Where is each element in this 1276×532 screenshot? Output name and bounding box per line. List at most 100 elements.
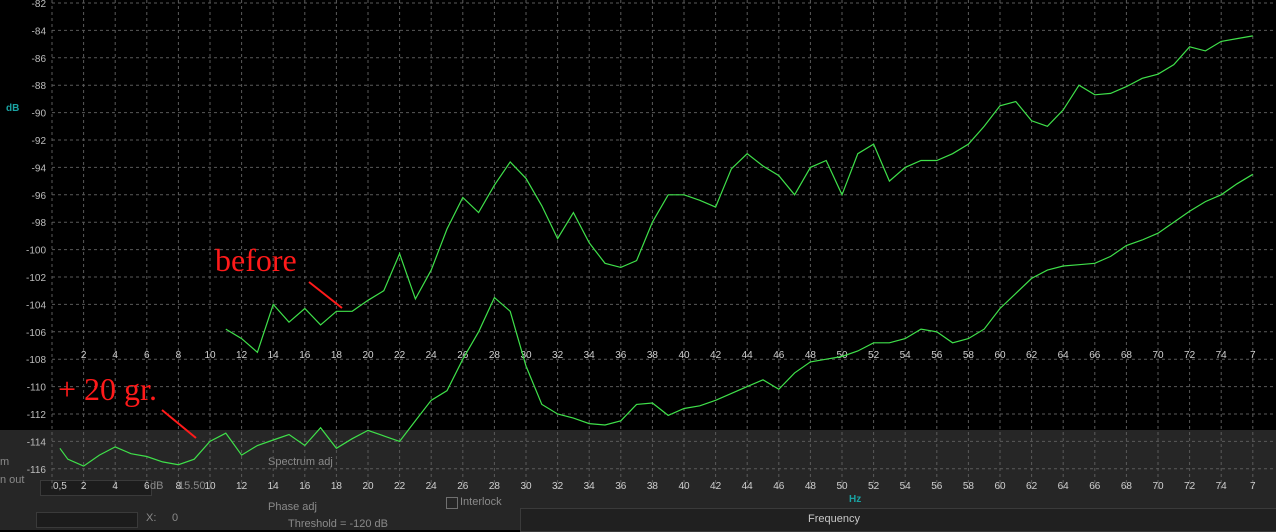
y-tick-label: -106 — [26, 328, 46, 339]
x-tick-label-mid: 68 — [1121, 350, 1133, 361]
x-tick-label-bottom: 72 — [1184, 481, 1196, 492]
x-tick-label-mid: 48 — [805, 350, 817, 361]
x-tick-label-bottom: 52 — [868, 481, 880, 492]
x-tick-label-bottom: 34 — [584, 481, 596, 492]
x-tick-label-bottom: 56 — [931, 481, 943, 492]
x-tick-label-bottom: 38 — [647, 481, 659, 492]
x-tick-label-mid: 10 — [204, 350, 216, 361]
y-tick-label: -90 — [32, 109, 47, 120]
x-tick-label-bottom: 26 — [457, 481, 469, 492]
x-tick-label-bottom: 40 — [678, 481, 690, 492]
x-tick-label-mid: 36 — [615, 350, 627, 361]
x-tick-label-mid: 14 — [268, 350, 280, 361]
x-tick-label-bottom: 36 — [615, 481, 627, 492]
x-tick-label-mid: 16 — [299, 350, 311, 361]
x-tick-label-bottom: 44 — [742, 481, 754, 492]
x-tick-label-bottom: 68 — [1121, 481, 1133, 492]
x-tick-label-mid: 72 — [1184, 350, 1196, 361]
annotation-plus20: + 20 gr. — [58, 371, 157, 407]
x-tick-label-bottom: 70 — [1152, 481, 1164, 492]
x-tick-label-bottom: 2 — [81, 481, 87, 492]
x-tick-label-mid: 44 — [742, 350, 754, 361]
x-tick-label-bottom: 22 — [394, 481, 406, 492]
x-tick-label-mid: 60 — [994, 350, 1006, 361]
y-tick-label: -112 — [27, 410, 47, 421]
x-tick-label-mid: 34 — [584, 350, 596, 361]
y-tick-label: -102 — [26, 273, 46, 284]
x-tick-label-mid: 7 — [1250, 350, 1256, 361]
annotation-before: before — [215, 242, 297, 278]
y-tick-label: -86 — [32, 54, 47, 65]
y-tick-label: -104 — [26, 300, 46, 311]
x-tick-label-bottom: 10 — [204, 481, 216, 492]
y-tick-label: -82 — [32, 0, 47, 10]
y-tick-label: -94 — [32, 163, 47, 174]
x-tick-label-bottom: 7 — [1250, 481, 1256, 492]
x-tick-label-bottom: 62 — [1026, 481, 1038, 492]
x-tick-label-mid: 74 — [1216, 350, 1228, 361]
x-tick-label-mid: 42 — [710, 350, 722, 361]
y-axis-ticks: -82 -84 -86 -88 -90 -92 -94 -96 -98 -100 -102 -104 -… — [26, 0, 46, 476]
y-tick-label: -114 — [27, 437, 47, 448]
y-axis-label: dB — [6, 103, 19, 114]
x-tick-label-bottom: 64 — [1058, 481, 1070, 492]
y-tick-label: -110 — [27, 383, 47, 394]
x-tick-label-mid: 18 — [331, 350, 343, 361]
x-tick-label-bottom: 42 — [710, 481, 722, 492]
x-tick-label-bottom: 74 — [1216, 481, 1228, 492]
x-tick-label-mid: 24 — [426, 350, 438, 361]
x-tick-label-bottom: 32 — [552, 481, 564, 492]
x-tick-label-bottom: 58 — [963, 481, 975, 492]
x-tick-label-mid: 38 — [647, 350, 659, 361]
y-tick-label: -108 — [26, 355, 46, 366]
x-tick-label-bottom: 14 — [268, 481, 280, 492]
x-tick-label-mid: 46 — [773, 350, 785, 361]
series-line-1 — [59, 173, 1254, 467]
y-tick-label: -96 — [32, 191, 47, 202]
x-tick-label-mid: 54 — [900, 350, 912, 361]
y-tick-label: -98 — [32, 218, 47, 229]
x-tick-label-bottom: 48 — [805, 481, 817, 492]
x-tick-label-bottom: 50 — [836, 481, 848, 492]
x-tick-label-mid: 58 — [963, 350, 975, 361]
x-tick-label-mid: 12 — [236, 350, 248, 361]
x-tick-label-mid: 66 — [1089, 350, 1101, 361]
y-tick-label: -100 — [26, 246, 46, 257]
x-tick-label-bottom: 60 — [994, 481, 1006, 492]
x-tick-label-bottom: 0,5 — [53, 481, 67, 492]
x-tick-label-mid: 8 — [176, 350, 182, 361]
x-tick-label-mid: 32 — [552, 350, 564, 361]
x-tick-label-bottom: 18 — [331, 481, 343, 492]
x-axis-caption: Frequency — [808, 513, 860, 525]
x-tick-label-mid: 6 — [144, 350, 150, 361]
spectrum-chart: -82 -84 -86 -88 -90 -92 -94 -96 -98 -100 -102 -104 -… — [6, 0, 1276, 525]
x-tick-label-bottom: 8 — [176, 481, 182, 492]
x-axis-ticks-bottom: 0,5 2 4 6 8 10 12 14 16 18 20 22 24 26 28 30 32 34 36 38 40 4… — [53, 481, 1256, 492]
x-axis-label: Hz — [849, 494, 861, 505]
x-tick-label-mid: 56 — [931, 350, 943, 361]
y-tick-label: -84 — [32, 26, 47, 37]
x-tick-label-bottom: 54 — [900, 481, 912, 492]
y-tick-label: -92 — [32, 136, 47, 147]
x-tick-label-bottom: 16 — [299, 481, 311, 492]
x-tick-label-bottom: 28 — [489, 481, 501, 492]
x-tick-label-bottom: 12 — [236, 481, 248, 492]
x-tick-label-mid: 62 — [1026, 350, 1038, 361]
x-tick-label-mid: 52 — [868, 350, 880, 361]
x-tick-label-bottom: 6 — [144, 481, 150, 492]
x-tick-label-mid: 4 — [112, 350, 118, 361]
x-tick-label-mid: 40 — [678, 350, 690, 361]
y-tick-label: -116 — [27, 465, 47, 476]
x-tick-label-bottom: 24 — [426, 481, 438, 492]
x-tick-label-mid: 20 — [362, 350, 374, 361]
x-tick-label-mid: 70 — [1152, 350, 1164, 361]
x-tick-label-mid: 28 — [489, 350, 501, 361]
y-tick-label: -88 — [32, 81, 47, 92]
x-tick-label-bottom: 66 — [1089, 481, 1101, 492]
x-tick-label-bottom: 30 — [520, 481, 532, 492]
x-tick-label-bottom: 46 — [773, 481, 785, 492]
x-tick-label-bottom: 4 — [112, 481, 118, 492]
x-tick-label-mid: 22 — [394, 350, 406, 361]
x-tick-label-mid: 2 — [81, 350, 87, 361]
x-tick-label-bottom: 20 — [362, 481, 374, 492]
